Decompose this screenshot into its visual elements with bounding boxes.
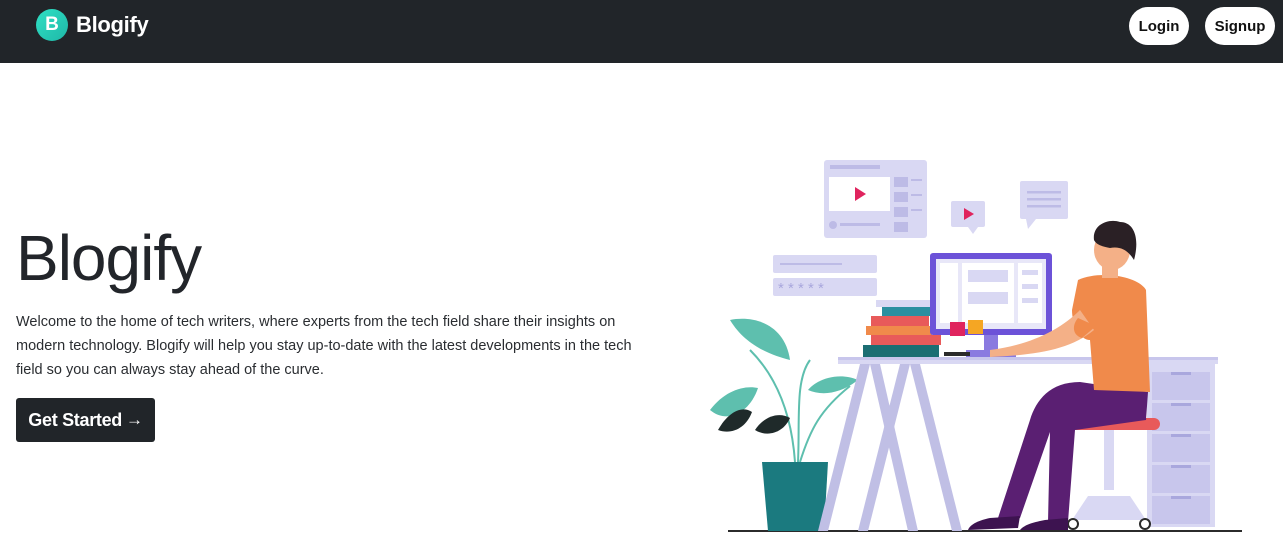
login-form-graphic: * * * * * (773, 255, 877, 297)
video-panel (824, 160, 927, 238)
brand-logo-icon: B (36, 9, 68, 41)
brand[interactable]: B Blogify (36, 8, 149, 42)
get-started-button[interactable]: Get Started → (16, 398, 155, 442)
books (863, 300, 941, 357)
video-bubble (951, 201, 985, 234)
hero-title: Blogify (16, 222, 202, 294)
brand-initial: B (45, 14, 59, 35)
signup-button[interactable]: Signup (1205, 7, 1275, 45)
arrow-right-icon: → (126, 410, 143, 429)
hero-description: Welcome to the home of tech writers, whe… (16, 314, 632, 378)
hero-illustration: * * * * * (710, 160, 1242, 532)
brand-name: Blogify (76, 12, 149, 37)
chat-bubble (1020, 181, 1068, 229)
login-button[interactable]: Login (1129, 7, 1189, 45)
navbar: B Blogify Login Signup (0, 0, 1283, 63)
password-mask: * * * * * (778, 280, 824, 297)
get-started-label: Get Started (28, 409, 123, 430)
